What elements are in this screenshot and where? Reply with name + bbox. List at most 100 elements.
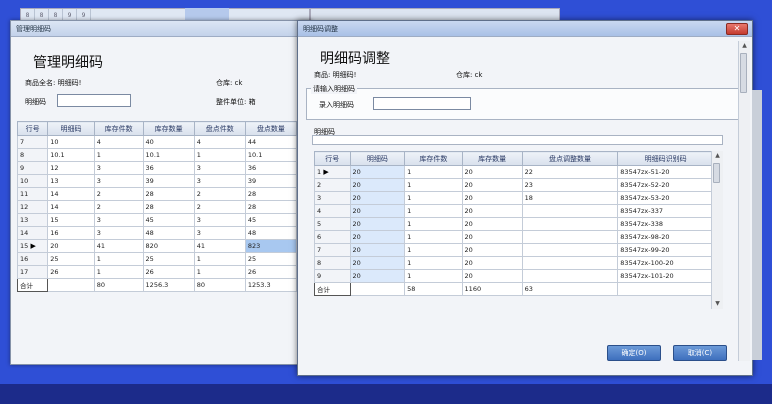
column-header[interactable]: 盘点件数 bbox=[193, 121, 246, 136]
table-cell[interactable]: 28 bbox=[244, 187, 298, 201]
table-cell[interactable]: 3 bbox=[93, 174, 144, 188]
table-cell[interactable]: 40 bbox=[142, 135, 195, 149]
table-cell[interactable]: 14 bbox=[47, 187, 95, 201]
table-cell[interactable]: 9 bbox=[314, 269, 351, 283]
cancel-button[interactable]: 取消(C) bbox=[673, 345, 727, 361]
table-cell[interactable]: 10 bbox=[16, 174, 49, 188]
table-row[interactable]: 1416348348芸 bbox=[16, 226, 311, 240]
table-cell[interactable]: 13 bbox=[16, 213, 49, 227]
table-cell[interactable]: 8 bbox=[16, 148, 49, 162]
table-cell[interactable]: 20 bbox=[349, 217, 406, 231]
table-cell[interactable] bbox=[521, 256, 619, 270]
win2-table-scrollbar[interactable]: ▲ ▼ bbox=[711, 151, 723, 309]
table-cell[interactable]: 41 bbox=[93, 239, 144, 253]
table-cell[interactable]: 83547zx-99-20 bbox=[617, 243, 714, 257]
table-cell[interactable]: 16 bbox=[47, 226, 95, 240]
table-cell[interactable]: 20 bbox=[349, 243, 406, 257]
table-cell[interactable]: 10 bbox=[47, 135, 95, 149]
table-cell[interactable]: 2 bbox=[193, 187, 246, 201]
table-cell[interactable]: 20 bbox=[349, 165, 406, 179]
table-row[interactable]: 7 20 1 20 83547zx-99-20 bbox=[314, 243, 714, 257]
table-cell[interactable]: 83547zx-338 bbox=[617, 217, 714, 231]
table-cell[interactable]: 20 bbox=[461, 178, 523, 192]
table-cell[interactable]: 20 bbox=[47, 239, 95, 253]
table-cell[interactable]: 25 bbox=[47, 252, 95, 266]
table-cell[interactable]: 45 bbox=[244, 213, 298, 227]
table-cell[interactable]: 83547zx-51-20 bbox=[617, 165, 714, 179]
table-cell[interactable]: 1 bbox=[404, 269, 463, 283]
column-header[interactable]: 明细码识别码 bbox=[617, 151, 714, 166]
column-header[interactable]: 库存件数 bbox=[404, 151, 463, 166]
table-cell[interactable]: 28 bbox=[142, 200, 195, 214]
table-cell[interactable]: 41 bbox=[193, 239, 246, 253]
table-cell[interactable] bbox=[521, 217, 619, 231]
table-cell[interactable]: 1 bbox=[404, 243, 463, 257]
table-row[interactable]: 710440444芸 bbox=[16, 135, 311, 149]
table-cell[interactable]: 26 bbox=[244, 265, 298, 279]
table-cell[interactable]: 20 bbox=[349, 269, 406, 283]
scroll-thumb[interactable] bbox=[713, 163, 720, 183]
table-row[interactable]: 15 ▶204182041823芸 bbox=[16, 239, 311, 253]
column-header[interactable]: 库存件数 bbox=[93, 121, 144, 136]
table-cell[interactable]: 7 bbox=[314, 243, 351, 257]
table-cell[interactable]: 10.1 bbox=[47, 148, 95, 162]
table-cell[interactable]: 18 bbox=[521, 191, 619, 205]
table-cell[interactable]: 48 bbox=[142, 226, 195, 240]
table-cell[interactable]: 9 bbox=[16, 161, 49, 175]
table-row[interactable]: 1013339339基 bbox=[16, 174, 311, 188]
table-cell[interactable]: 15 ▶ bbox=[16, 239, 49, 253]
table-cell[interactable]: 26 bbox=[47, 265, 95, 279]
table-cell[interactable]: 14 bbox=[47, 200, 95, 214]
table-cell[interactable]: 22 bbox=[521, 165, 619, 179]
table-cell[interactable]: 3 bbox=[93, 161, 144, 175]
table-cell[interactable] bbox=[521, 204, 619, 218]
table-cell[interactable]: 36 bbox=[244, 161, 298, 175]
table-cell[interactable]: 20 bbox=[461, 256, 523, 270]
table-cell[interactable]: 1 bbox=[93, 148, 144, 162]
table-cell[interactable]: 3 bbox=[193, 213, 246, 227]
window-scroll-up-icon[interactable]: ▲ bbox=[739, 41, 750, 51]
column-header[interactable]: 明细码 bbox=[349, 151, 406, 166]
table-cell[interactable]: 20 bbox=[349, 178, 406, 192]
table-cell[interactable]: 10.1 bbox=[244, 148, 298, 162]
table-row[interactable]: 912336336芸 bbox=[16, 161, 311, 175]
ok-button[interactable]: 确定(O) bbox=[607, 345, 661, 361]
table-row[interactable]: 1214228228基 bbox=[16, 200, 311, 214]
table-cell[interactable]: 3 bbox=[193, 161, 246, 175]
table-cell[interactable]: 820 bbox=[142, 239, 195, 253]
table-cell[interactable]: 83547zx-98-20 bbox=[617, 230, 714, 244]
table-cell[interactable]: 15 bbox=[47, 213, 95, 227]
table-row[interactable]: 6 20 1 20 83547zx-98-20 bbox=[314, 230, 714, 244]
table-cell[interactable]: 20 bbox=[349, 204, 406, 218]
table-cell[interactable]: 3 bbox=[93, 226, 144, 240]
table-cell[interactable]: 1 bbox=[404, 230, 463, 244]
table-cell[interactable]: 83547zx-52-20 bbox=[617, 178, 714, 192]
win2-titlebar[interactable]: 明细码调整 ✕ bbox=[298, 21, 752, 37]
table-cell[interactable]: 1 bbox=[404, 191, 463, 205]
table-cell[interactable]: 11 bbox=[16, 187, 49, 201]
table-cell[interactable]: 8 bbox=[314, 256, 351, 270]
table-cell[interactable]: 20 bbox=[349, 191, 406, 205]
table-cell[interactable]: 28 bbox=[142, 187, 195, 201]
table-cell[interactable]: 25 bbox=[244, 252, 298, 266]
table-cell[interactable] bbox=[521, 269, 619, 283]
table-cell[interactable]: 25 bbox=[142, 252, 195, 266]
table-row[interactable]: 3 20 1 20 18 83547zx-53-20 bbox=[314, 191, 714, 205]
table-cell[interactable]: 39 bbox=[244, 174, 298, 188]
column-header[interactable]: 行号 bbox=[16, 121, 49, 136]
table-cell[interactable]: 20 bbox=[461, 243, 523, 257]
table-cell[interactable]: 39 bbox=[142, 174, 195, 188]
table-cell[interactable]: 83547zx-101-20 bbox=[617, 269, 714, 283]
table-cell[interactable]: 14 bbox=[16, 226, 49, 240]
scroll-up-icon[interactable]: ▲ bbox=[712, 151, 723, 161]
table-cell[interactable]: 10.1 bbox=[142, 148, 195, 162]
table-cell[interactable]: 13 bbox=[47, 174, 95, 188]
table-cell[interactable]: 1 ▶ bbox=[314, 165, 351, 179]
table-cell[interactable]: 1 bbox=[193, 148, 246, 162]
table-row[interactable]: 9 20 1 20 83547zx-101-20 bbox=[314, 269, 714, 283]
table-cell[interactable]: 44 bbox=[244, 135, 298, 149]
table-cell[interactable]: 1 bbox=[93, 265, 144, 279]
table-cell[interactable]: 1 bbox=[404, 217, 463, 231]
table-cell[interactable]: 28 bbox=[244, 200, 298, 214]
win1-code-input[interactable] bbox=[57, 94, 131, 107]
